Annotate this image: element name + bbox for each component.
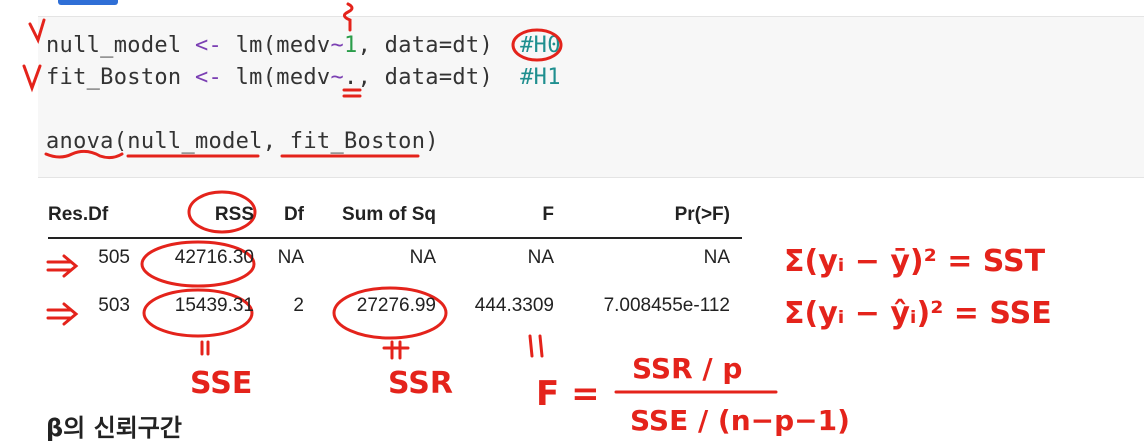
annotation-sse: SSE <box>190 366 253 401</box>
cell-f: 444.3309 <box>474 295 554 316</box>
annotation-eq-sst: Σ(yᵢ − ȳ)² = SST <box>784 244 1046 279</box>
intercept-only: 1 <box>344 33 358 58</box>
cell-p-value: 7.008455e-112 <box>603 295 730 316</box>
assign-operator: <- <box>195 33 223 58</box>
cell-sum-of-sq: NA <box>409 247 436 268</box>
code-line-null-model: null_model <- lm(medv~1, data=dt) #H0 <box>46 33 561 58</box>
col-sum-of-sq: Sum of Sq <box>342 204 436 225</box>
section-title: β의 신뢰구간 <box>46 414 182 442</box>
annotation-f-denominator: SSE / (n−p−1) <box>630 404 850 437</box>
lm-call: lm(medv <box>235 33 331 58</box>
cell-df: NA <box>277 247 304 268</box>
tilde-operator: ~ <box>330 65 345 90</box>
col-p-value: Pr(>F) <box>674 204 730 225</box>
col-f: F <box>542 204 554 225</box>
tilde-operator: ~ <box>330 33 345 58</box>
cell-f: NA <box>527 247 554 268</box>
top-toolbar-strip <box>0 0 1144 14</box>
col-df: Df <box>283 204 304 225</box>
code-line-fit-boston: fit_Boston <- lm(medv~., data=dt) #H1 <box>46 65 561 90</box>
comment-h1: #H1 <box>520 65 561 90</box>
active-tab-indicator <box>58 0 118 5</box>
cell-rss: 15439.31 <box>174 295 254 316</box>
table-row: 503 15439.31 2 27276.99 444.3309 7.00845… <box>48 282 730 330</box>
header-divider <box>48 237 742 239</box>
var-fit-boston: fit_Boston <box>46 65 182 90</box>
assign-operator: <- <box>195 65 223 90</box>
data-arg: , data=dt) <box>357 65 494 90</box>
cell-rss: 42716.30 <box>174 247 254 268</box>
table-header-row: Res.Df RSS Df Sum of Sq F Pr(>F) <box>48 196 730 234</box>
comment-h0: #H0 <box>520 33 561 58</box>
all-predictors: . <box>344 65 358 90</box>
annotation-eq-sse: Σ(yᵢ − ŷᵢ)² = SSE <box>784 296 1052 331</box>
cell-p-value: NA <box>703 247 730 268</box>
col-rss: RSS <box>214 204 254 225</box>
code-cell[interactable]: null_model <- lm(medv~1, data=dt) #H0 fi… <box>38 16 1144 178</box>
data-arg: , data=dt) <box>357 33 494 58</box>
var-null-model: null_model <box>46 33 182 58</box>
code-line-anova: anova(null_model, fit_Boston) <box>46 129 439 154</box>
col-res-df: Res.Df <box>48 204 109 225</box>
annotation-f-numerator: SSR / p <box>632 352 743 385</box>
annotation-ssr: SSR <box>388 366 453 401</box>
lm-call: lm(medv <box>235 65 331 90</box>
table-row: 505 42716.30 NA NA NA NA <box>48 234 730 282</box>
cell-sum-of-sq: 27276.99 <box>356 295 436 316</box>
cell-res-df: 505 <box>98 247 130 268</box>
cell-df: 2 <box>293 295 304 316</box>
annotation-f-lhs: F = <box>536 374 600 414</box>
cell-res-df: 503 <box>98 295 130 316</box>
anova-table: Res.Df RSS Df Sum of Sq F Pr(>F) 505 427… <box>48 196 748 330</box>
